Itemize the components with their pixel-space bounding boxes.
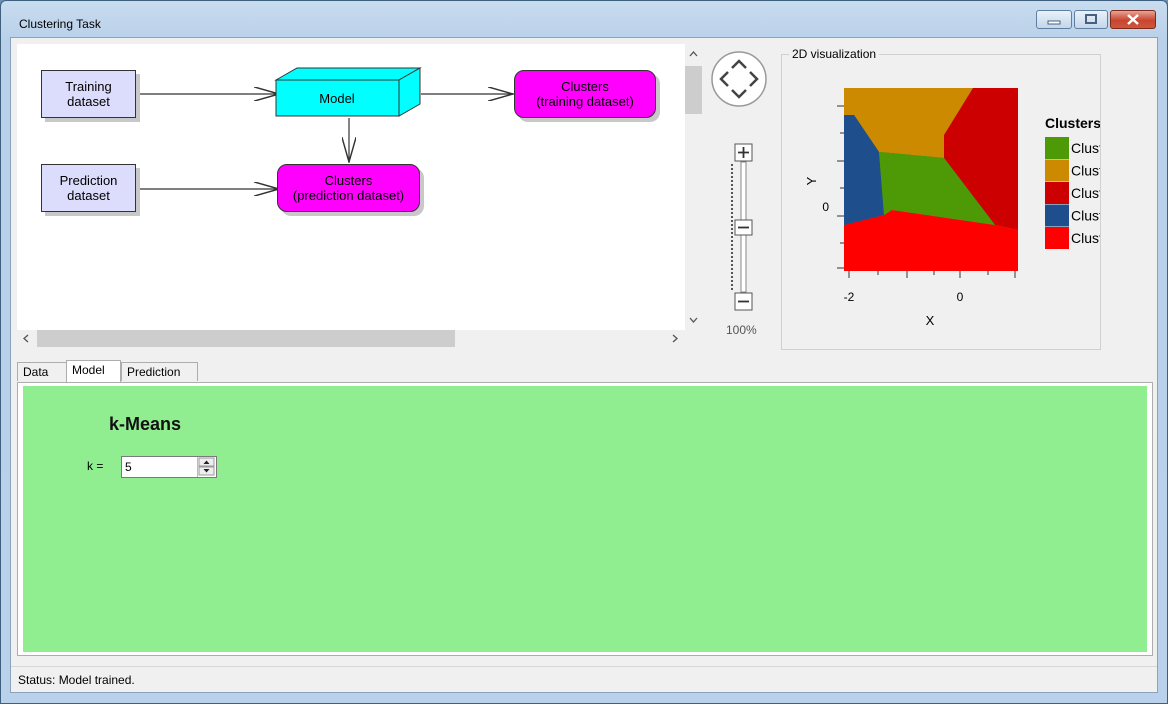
title-bar[interactable]: Clustering Task — [1, 1, 1167, 37]
close-icon — [1127, 14, 1139, 25]
model-settings-panel: k-Means k = 5 — [23, 386, 1147, 652]
y-axis-label: Y — [804, 176, 819, 185]
vertical-scroll-thumb — [685, 66, 702, 114]
k-spinner[interactable]: 5 — [121, 456, 217, 478]
zoom-slider-graphics — [731, 143, 753, 311]
legend-label: Cluster 3 — [1071, 185, 1100, 201]
legend-swatch — [1045, 159, 1069, 182]
horizontal-scroll-thumb — [37, 330, 455, 347]
scrollbar-graphics — [685, 51, 702, 323]
window-title: Clustering Task — [19, 17, 101, 31]
legend-label: Cluster 5 — [1071, 230, 1100, 246]
visualization-group: -2 0 0 X Y Clusters Cluster 1Cluster 2Cl… — [781, 54, 1127, 350]
legend-title: Clusters — [1045, 115, 1100, 131]
algorithm-title: k-Means — [109, 414, 182, 434]
model-node-3d[interactable]: Model — [274, 67, 422, 117]
legend-label: Cluster 1 — [1071, 140, 1100, 156]
chevron-down-icon — [689, 317, 698, 323]
training-dataset-node[interactable]: Training dataset — [41, 70, 136, 118]
minimize-button[interactable] — [1036, 10, 1072, 29]
workflow-diagram[interactable]: Model Training dataset Prediction datase… — [17, 44, 685, 330]
x-tick-label: 0 — [957, 290, 964, 304]
pan-arrows-icon — [711, 51, 767, 107]
visualization-group-label: 2D visualization — [789, 47, 880, 61]
status-bar: Status: Model trained. — [11, 666, 1157, 693]
chevron-left-icon — [23, 334, 29, 343]
legend-label: Cluster 4 — [1071, 208, 1100, 224]
hscrollbar-graphics — [23, 330, 678, 347]
maximize-button[interactable] — [1074, 10, 1108, 29]
k-spinner-buttons[interactable] — [197, 457, 216, 477]
pan-control[interactable] — [710, 50, 768, 108]
y-tick-label: 0 — [822, 200, 829, 214]
app-window: Clustering Task Model Training dataset P… — [0, 0, 1168, 704]
tab-panel: k-Means k = 5 — [17, 382, 1153, 656]
legend-swatch — [1045, 204, 1069, 227]
clusters-training-node[interactable]: Clusters (training dataset) — [514, 70, 656, 118]
model-node-label: Model — [319, 91, 355, 106]
maximize-icon — [1085, 14, 1097, 24]
chevron-right-icon — [672, 334, 678, 343]
k-label: k = — [87, 459, 104, 473]
clusters-prediction-node[interactable]: Clusters (prediction dataset) — [277, 164, 420, 212]
cluster-regions — [844, 88, 1018, 271]
tab-data[interactable]: Data — [17, 362, 67, 381]
chart-legend: Cluster 1 Cluster 2 Cluster 3 Cluster 4 Clus… — [1045, 137, 1127, 249]
legend-label: Cluster 2 — [1071, 163, 1100, 179]
legend-swatch — [1045, 182, 1069, 204]
client-area: Model Training dataset Prediction datase… — [10, 37, 1158, 693]
cluster-chart[interactable]: -2 0 0 X Y Clusters Cluster 1Cluster 2Cl… — [782, 55, 1127, 349]
diagram-horizontal-scrollbar[interactable] — [17, 330, 685, 347]
prediction-dataset-node[interactable]: Prediction dataset — [41, 164, 136, 212]
spinner-arrows-icon — [198, 457, 215, 476]
tab-prediction[interactable]: Prediction — [121, 362, 198, 381]
status-text: Status: Model trained. — [18, 673, 135, 687]
zoom-slider[interactable] — [723, 142, 753, 322]
k-value[interactable]: 5 — [125, 460, 132, 474]
close-button[interactable] — [1110, 10, 1156, 29]
legend-swatch — [1045, 227, 1069, 249]
x-axis-label: X — [926, 313, 935, 328]
chevron-up-icon — [689, 51, 698, 57]
x-tick-label: -2 — [844, 290, 855, 304]
diagram-vertical-scrollbar[interactable] — [685, 44, 702, 330]
tab-model[interactable]: Model — [66, 360, 121, 382]
zoom-level-label: 100% — [726, 323, 757, 337]
legend-swatch — [1045, 137, 1069, 159]
minimize-icon — [1047, 20, 1061, 25]
